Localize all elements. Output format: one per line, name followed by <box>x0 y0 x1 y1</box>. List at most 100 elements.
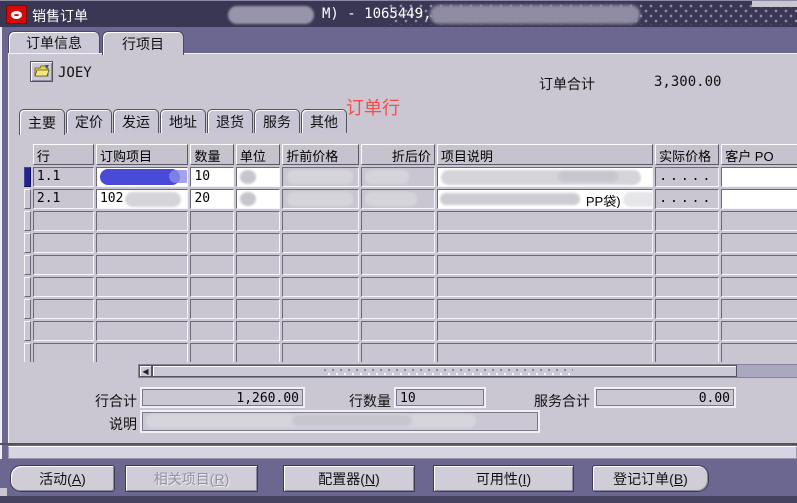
sub-tab-row: 主要 定价 发运 地址 退货 服务 其他 <box>19 109 348 134</box>
configurator-button[interactable]: 配置器(N) <box>283 465 415 492</box>
resize-corner <box>0 488 7 496</box>
window-title: 销售订单 <box>32 6 88 26</box>
record-selector[interactable] <box>24 211 31 231</box>
record-selector[interactable] <box>24 321 31 341</box>
order-lines-annotation: 订单行 <box>346 94 400 120</box>
col-header-item: 订购项目 <box>96 144 189 165</box>
cell-unit[interactable] <box>236 189 280 209</box>
cell-item[interactable]: 102 <box>96 189 189 209</box>
cell-net-price <box>361 167 435 187</box>
cell-line: 2.1 <box>33 189 94 209</box>
subtab-pricing[interactable]: 定价 <box>66 109 112 133</box>
window-frame-edge <box>0 27 2 495</box>
cell-actual-price: ..... <box>655 167 719 187</box>
line-qty-field: 10 <box>394 387 486 408</box>
line-total-field: 1,260.00 <box>140 387 305 408</box>
line-total-label: 行合计 <box>41 391 137 411</box>
scrollbar-grip <box>323 368 573 376</box>
cell-item[interactable]: 1 <box>96 167 189 187</box>
redacted-blob <box>365 170 409 184</box>
record-selector[interactable] <box>24 299 31 319</box>
col-header-qty: 数量 <box>190 144 233 165</box>
cell-qty[interactable]: 20 <box>190 189 233 209</box>
record-selector[interactable] <box>24 277 31 297</box>
record-selector[interactable] <box>24 233 31 253</box>
actions-button[interactable]: 活动(A) <box>10 465 115 492</box>
redacted-blob <box>430 5 640 24</box>
table-row-empty <box>24 277 797 297</box>
form-horizontal-scrollbar[interactable] <box>8 446 797 459</box>
main-tab-row: 订单信息 行项目 <box>0 27 797 54</box>
folder-button[interactable] <box>30 61 53 82</box>
table-row-empty <box>24 255 797 275</box>
cell-line: 1.1 <box>33 167 94 187</box>
description-field[interactable] <box>140 410 540 433</box>
cell-customer-po[interactable] <box>721 167 797 187</box>
record-selector[interactable] <box>24 189 31 209</box>
tab-line-items[interactable]: 行项目 <box>102 31 184 55</box>
cell-list-price <box>282 189 359 209</box>
table-header-row: 行 订购项目 数量 单位 折前价格 折后价 项目说明 实际价格 客户 PO <box>24 144 797 165</box>
col-header-line: 行 <box>33 144 94 165</box>
related-items-button: 相关项目(R) <box>125 465 258 492</box>
sales-order-window: 销售订单 M) - 1065449, 订单信息 行项目 JOEY 订单合计 3,… <box>0 0 797 503</box>
service-total-field: 0.00 <box>594 387 736 408</box>
book-order-button[interactable]: 登记订单(B) <box>592 465 709 492</box>
table-row-empty <box>24 299 797 319</box>
scroll-left-icon[interactable]: ◀ <box>139 365 152 377</box>
table-row-empty <box>24 211 797 231</box>
col-header-list-price: 折前价格 <box>282 144 359 165</box>
redacted-blob <box>623 192 653 207</box>
service-total-label: 服务合计 <box>514 391 590 411</box>
table-row: 1.1 1 10 ..... <box>24 167 797 187</box>
cell-qty[interactable]: 10 <box>190 167 233 187</box>
cell-description[interactable]: PP袋) <box>437 189 653 209</box>
subtab-shipping[interactable]: 发运 <box>113 109 159 133</box>
selection-highlight-blob <box>100 169 180 185</box>
col-header-actual-price: 实际价格 <box>655 144 719 165</box>
redacted-blob <box>228 6 314 24</box>
window-titlebar: 销售订单 M) - 1065449, <box>0 0 797 27</box>
line-items-panel: JOEY 订单合计 3,300.00 订单行 主要 定价 发运 地址 退货 服务… <box>8 53 797 445</box>
record-selector[interactable] <box>24 255 31 275</box>
cell-list-price <box>282 167 359 187</box>
cell-actual-price: ..... <box>655 189 719 209</box>
subtab-returns[interactable]: 退货 <box>207 109 253 133</box>
line-qty-label: 行数量 <box>319 391 391 411</box>
redacted-blob <box>287 170 353 184</box>
cell-unit[interactable] <box>236 167 280 187</box>
col-header-net-price: 折后价 <box>361 144 435 165</box>
cell-customer-po[interactable] <box>721 189 797 209</box>
col-header-description: 项目说明 <box>437 144 653 165</box>
scrollbar-thumb[interactable] <box>152 365 737 377</box>
record-selector[interactable] <box>24 343 31 362</box>
redacted-blob <box>240 192 256 206</box>
redacted-blob <box>287 192 353 206</box>
cell-description[interactable] <box>437 167 653 187</box>
table-row-empty <box>24 343 797 362</box>
col-header-customer-po: 客户 PO <box>721 144 797 165</box>
tab-order-information[interactable]: 订单信息 <box>8 31 100 54</box>
table-row-empty <box>24 233 797 253</box>
table-row: 2.1 102 20 PP袋) <box>24 189 797 209</box>
subtab-others[interactable]: 其他 <box>301 109 347 133</box>
subtab-service[interactable]: 服务 <box>254 109 300 133</box>
col-header-unit: 单位 <box>236 144 280 165</box>
subtab-main[interactable]: 主要 <box>19 109 65 135</box>
record-selector[interactable] <box>24 167 31 187</box>
user-context-label: JOEY <box>58 65 92 81</box>
order-total-label: 订单合计 <box>539 74 595 94</box>
background-window-fragment <box>752 1 797 7</box>
table-row-empty <box>24 321 797 341</box>
table-horizontal-scrollbar[interactable]: ◀ <box>138 364 797 378</box>
order-total-value: 3,300.00 <box>654 74 721 90</box>
window-title-order-number: M) - 1065449, <box>322 6 432 22</box>
cell-net-price <box>361 189 435 209</box>
bottom-frame-strip <box>0 496 797 503</box>
subtab-address[interactable]: 地址 <box>160 109 206 133</box>
redacted-blob <box>440 193 580 205</box>
description-label: 说明 <box>65 414 137 434</box>
availability-button[interactable]: 可用性(I) <box>433 465 574 492</box>
redacted-blob <box>558 171 618 182</box>
open-folder-icon <box>34 65 50 78</box>
